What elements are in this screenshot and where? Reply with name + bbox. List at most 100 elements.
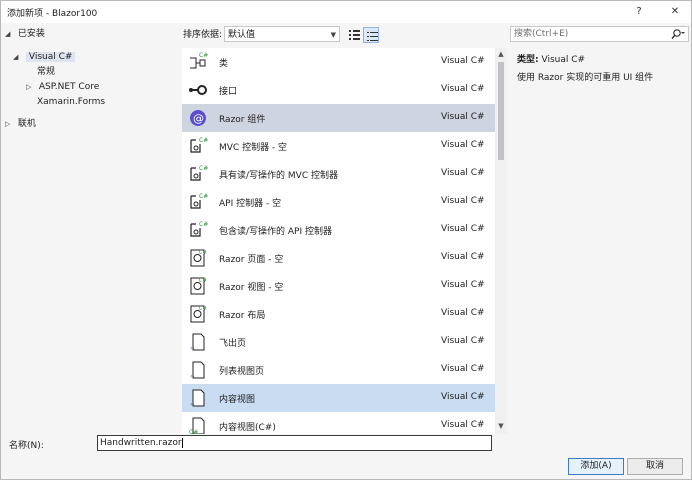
template-name: 内容视图 [219, 395, 256, 405]
svg-text:C#: C# [199, 193, 208, 200]
scroll-down-arrow-icon[interactable]: ▼ [495, 420, 507, 432]
svg-text:C#: C# [199, 306, 207, 312]
template-language: Visual C# [441, 224, 485, 234]
svg-text:C#: C# [199, 137, 208, 144]
tree-label-visual-csharp: Visual C# [25, 52, 76, 62]
svg-text:‹›: ‹› [190, 373, 195, 380]
cs-page-icon: C# [189, 417, 205, 434]
template-language: Visual C# [441, 280, 485, 290]
template-item[interactable]: @ Razor 组件 Visual C# [182, 104, 495, 132]
template-language: Visual C# [441, 364, 485, 374]
text-cursor [181, 437, 183, 448]
template-language: Visual C# [441, 196, 485, 206]
svg-text:C#: C# [199, 278, 207, 284]
tree-label-xamarin-forms: Xamarin.Forms [37, 97, 106, 107]
type-value: Visual C# [541, 55, 586, 65]
template-item[interactable]: ‹› 飞出页 Visual C# [182, 328, 495, 356]
template-item[interactable]: 接口 Visual C# [182, 76, 495, 104]
template-language: Visual C# [441, 392, 485, 402]
name-value: Handwritten.razor [100, 438, 182, 448]
svg-text:‹›: ‹› [190, 345, 195, 352]
tree-node-general[interactable]: 常规 [37, 65, 55, 79]
cancel-button[interactable]: 取消 [627, 458, 683, 475]
razor-component-icon: @ [190, 110, 206, 126]
chevron-right-icon: ▷ [5, 120, 11, 128]
template-name: MVC 控制器 - 空 [219, 143, 288, 153]
category-tree: ◢ 已安装 ◢ Visual C# 常规 ▷ ASP.NET Core Xama… [1, 23, 179, 433]
template-name: 具有读/写操作的 MVC 控制器 [219, 171, 338, 181]
template-language: Visual C# [441, 56, 485, 66]
search-placeholder: 搜索(Ctrl+E) [514, 29, 569, 39]
template-type-line: 类型: Visual C# [517, 52, 687, 65]
close-button[interactable]: ✕ [665, 4, 685, 20]
add-new-item-dialog: 添加新项 - Blazor100 ? ✕ ◢ 已安装 ◢ Visual C# 常… [0, 0, 692, 480]
template-item[interactable]: C# 具有读/写操作的 MVC 控制器 Visual C# [182, 160, 495, 188]
name-input[interactable]: Handwritten.razor [97, 435, 492, 451]
template-language: Visual C# [441, 308, 485, 318]
template-name: 接口 [219, 87, 238, 97]
template-language: Visual C# [441, 168, 485, 178]
tree-node-installed[interactable]: ◢ 已安装 [5, 27, 45, 41]
tree-node-visual-csharp[interactable]: ◢ Visual C# [13, 50, 76, 64]
svg-text:‹›: ‹› [190, 401, 195, 408]
template-item[interactable]: C# Razor 视图 - 空 Visual C# [182, 272, 495, 300]
template-item[interactable]: C# MVC 控制器 - 空 Visual C# [182, 132, 495, 160]
svg-text:C#: C# [199, 221, 208, 228]
template-item[interactable]: C# 类 Visual C# [182, 48, 495, 76]
controller-icon: C# [190, 221, 208, 237]
chevron-right-icon: ▷ [26, 83, 32, 91]
template-item[interactable]: C# Razor 页面 - 空 Visual C# [182, 244, 495, 272]
razor-page-icon: C# [190, 249, 207, 267]
scroll-thumb[interactable] [498, 62, 504, 160]
template-list: C# 类 Visual C# 接口 Visual C# @ Razor 组件 V… [182, 48, 495, 434]
template-description: 使用 Razor 实现的可重用 UI 组件 [517, 73, 654, 83]
chevron-down-icon: ◢ [13, 53, 19, 61]
tree-label-general: 常规 [37, 67, 56, 77]
template-language: Visual C# [441, 140, 485, 150]
razor-page-icon: C# [190, 277, 207, 295]
template-list-scrollbar[interactable]: ▲ ▼ [495, 48, 507, 434]
svg-text:C#: C# [199, 165, 208, 172]
svg-text:C#: C# [189, 429, 198, 434]
razor-page-icon: C# [190, 305, 207, 323]
template-name: 列表视图页 [219, 367, 265, 377]
template-item[interactable]: ‹› 列表视图页 Visual C# [182, 356, 495, 384]
dialog-title: 添加新项 - Blazor100 [7, 9, 98, 19]
template-name: API 控制器 - 空 [219, 199, 282, 209]
tree-label-aspnet-core: ASP.NET Core [38, 82, 100, 92]
search-icon [671, 29, 685, 39]
controller-icon: C# [190, 193, 208, 209]
template-item[interactable]: ‹› 内容视图 Visual C# [182, 384, 495, 412]
interface-icon [189, 85, 207, 95]
small-icons-view-button[interactable] [346, 27, 362, 43]
template-language: Visual C# [441, 336, 485, 346]
controller-icon: C# [190, 165, 208, 181]
sort-dropdown[interactable]: 默认值 ▼ [224, 26, 340, 42]
list-view-button[interactable] [363, 27, 379, 43]
sort-value: 默认值 [228, 30, 256, 40]
list-view-icon [367, 32, 378, 41]
template-item[interactable]: C# 内容视图(C#) Visual C# [182, 412, 495, 434]
sort-label: 排序依据: [183, 30, 223, 40]
svg-text:@: @ [193, 112, 204, 125]
scroll-up-arrow-icon[interactable]: ▲ [495, 48, 507, 60]
template-name: 内容视图(C#) [219, 423, 276, 433]
template-name: 包含读/写操作的 API 控制器 [219, 227, 332, 237]
template-item[interactable]: C# API 控制器 - 空 Visual C# [182, 188, 495, 216]
grid-view-icon [349, 30, 360, 40]
template-language: Visual C# [441, 252, 485, 262]
template-item[interactable]: C# Razor 布局 Visual C# [182, 300, 495, 328]
tree-label-online: 联机 [17, 119, 36, 129]
tree-node-online[interactable]: ▷ 联机 [5, 117, 36, 131]
template-name: 类 [219, 59, 229, 69]
add-button[interactable]: 添加(A) [568, 458, 624, 475]
xaml-page-icon: ‹› [190, 389, 205, 408]
help-button[interactable]: ? [629, 4, 649, 20]
template-language: Visual C# [441, 112, 485, 122]
template-item[interactable]: C# 包含读/写操作的 API 控制器 Visual C# [182, 216, 495, 244]
name-label: 名称(N): [9, 441, 44, 451]
search-input[interactable]: 搜索(Ctrl+E) [510, 26, 689, 42]
tree-node-xamarin-forms[interactable]: Xamarin.Forms [37, 95, 105, 109]
template-language: Visual C# [441, 84, 485, 94]
tree-node-aspnet-core[interactable]: ▷ ASP.NET Core [26, 80, 99, 94]
